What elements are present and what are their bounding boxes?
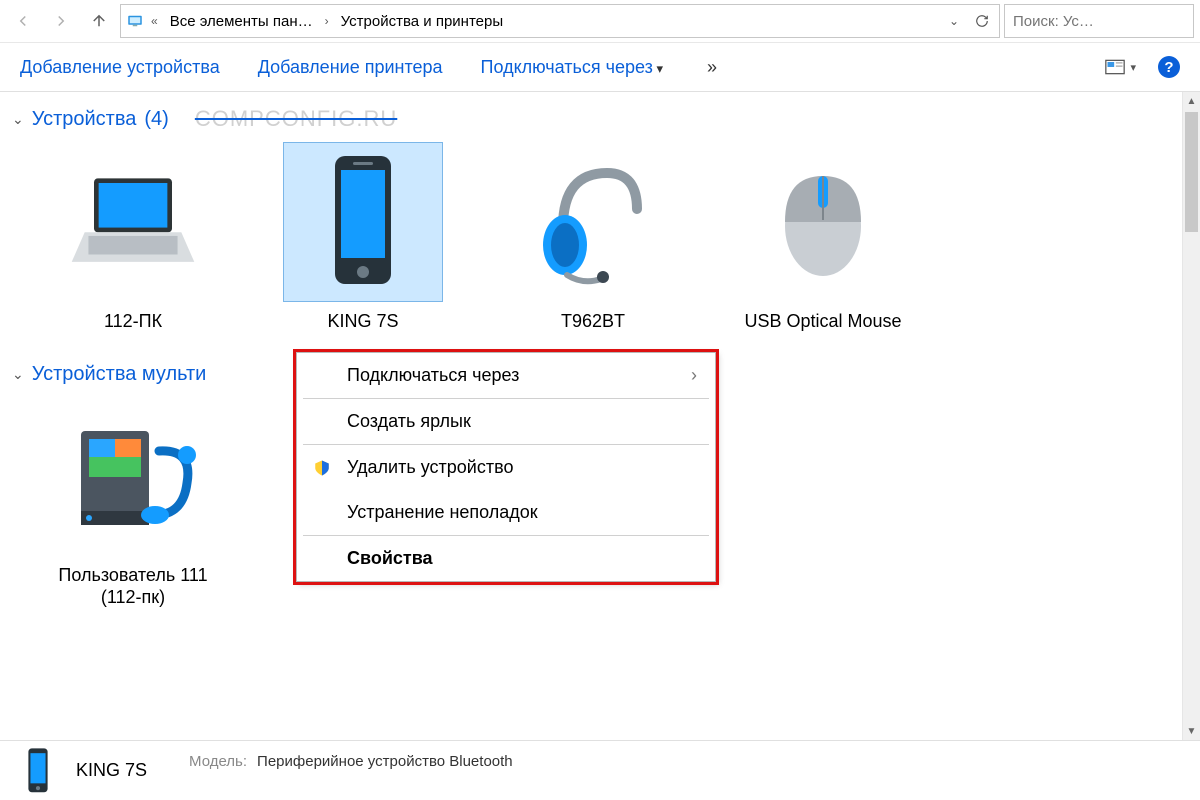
device-item-pc[interactable]: 112-ПК: [48, 142, 218, 333]
chevron-down-icon[interactable]: ▾: [1130, 61, 1136, 74]
section-devices-header[interactable]: ⌄ Устройства (4) COMPCONFIG.RU: [12, 106, 1188, 132]
menu-troubleshoot[interactable]: Устранение неполадок: [297, 490, 715, 535]
menu-create-shortcut[interactable]: Создать ярлык: [297, 399, 715, 444]
shield-icon: [311, 457, 333, 479]
menu-properties[interactable]: Свойства: [297, 536, 715, 581]
add-device-button[interactable]: Добавление устройства: [20, 57, 220, 78]
view-options-icon[interactable]: [1104, 56, 1126, 78]
context-menu: Подключаться через › Создать ярлык Удали…: [296, 352, 716, 582]
vertical-scrollbar[interactable]: ▲ ▼: [1182, 92, 1200, 740]
toolbar: Добавление устройства Добавление принтер…: [0, 42, 1200, 92]
nav-up-icon[interactable]: [82, 4, 116, 38]
scroll-up-icon[interactable]: ▲: [1183, 92, 1200, 110]
device-label: KING 7S: [278, 310, 448, 333]
phone-icon: [283, 142, 443, 302]
chevron-down-icon: ⌄: [12, 111, 24, 128]
menu-label: Подключаться через: [347, 365, 519, 386]
content-area: ⌄ Устройства (4) COMPCONFIG.RU 112-ПК: [0, 92, 1200, 740]
details-model-key: Модель:: [189, 753, 247, 770]
control-panel-icon: [125, 11, 145, 31]
section-count: (4): [144, 108, 168, 131]
device-label: USB Optical Mouse: [738, 310, 908, 333]
device-label: T962BT: [508, 310, 678, 333]
menu-remove-device[interactable]: Удалить устройство: [297, 445, 715, 490]
menu-label: Создать ярлык: [347, 411, 471, 432]
menu-label: Свойства: [347, 548, 433, 569]
chevron-right-icon: ›: [691, 365, 697, 386]
device-item-headset[interactable]: T962BT: [508, 142, 678, 333]
laptop-icon: [53, 142, 213, 302]
device-label: Пользователь 111 (112-пк): [48, 564, 218, 609]
toolbar-overflow[interactable]: »: [707, 57, 717, 78]
breadcrumb[interactable]: « Все элементы пан… › Устройства и принт…: [120, 4, 1000, 38]
phone-icon: [14, 747, 62, 795]
mouse-icon: [743, 142, 903, 302]
details-model-val: Периферийное устройство Bluetooth: [257, 753, 513, 770]
scrollbar-thumb[interactable]: [1185, 112, 1198, 232]
search-input[interactable]: [1004, 4, 1194, 38]
media-server-icon: [53, 396, 213, 556]
breadcrumb-prefix: «: [147, 14, 162, 28]
details-title: KING 7S: [76, 760, 147, 781]
menu-label: Устранение неполадок: [347, 502, 538, 523]
device-grid: 112-ПК KING 7S: [12, 142, 1188, 333]
device-item-phone[interactable]: KING 7S: [278, 142, 448, 333]
device-item-mouse[interactable]: USB Optical Mouse: [738, 142, 908, 333]
device-label: 112-ПК: [48, 310, 218, 333]
headset-icon: [513, 142, 673, 302]
watermark-text: COMPCONFIG.RU: [195, 106, 397, 132]
breadcrumb-seg-2[interactable]: Устройства и принтеры: [335, 9, 509, 34]
refresh-icon[interactable]: [969, 6, 995, 36]
details-pane: KING 7S Модель: Периферийное устройство …: [0, 740, 1200, 800]
menu-label: Удалить устройство: [347, 457, 513, 478]
search-field[interactable]: [1013, 13, 1200, 30]
section-title: Устройства мульти: [32, 363, 207, 386]
section-title: Устройства: [32, 108, 137, 131]
connect-via-button[interactable]: Подключаться через: [481, 57, 664, 78]
breadcrumb-dropdown-icon[interactable]: ⌄: [941, 6, 967, 36]
breadcrumb-seg-1[interactable]: Все элементы пан…: [164, 9, 319, 34]
chevron-down-icon: ⌄: [12, 366, 24, 383]
device-item-media[interactable]: Пользователь 111 (112-пк): [48, 396, 218, 609]
chevron-right-icon: ›: [321, 14, 333, 28]
help-icon[interactable]: ?: [1158, 56, 1180, 78]
address-bar: « Все элементы пан… › Устройства и принт…: [0, 0, 1200, 42]
scroll-down-icon[interactable]: ▼: [1183, 722, 1200, 740]
menu-connect-via[interactable]: Подключаться через ›: [297, 353, 715, 398]
add-printer-button[interactable]: Добавление принтера: [258, 57, 443, 78]
nav-back-icon[interactable]: [6, 4, 40, 38]
nav-forward-icon[interactable]: [44, 4, 78, 38]
